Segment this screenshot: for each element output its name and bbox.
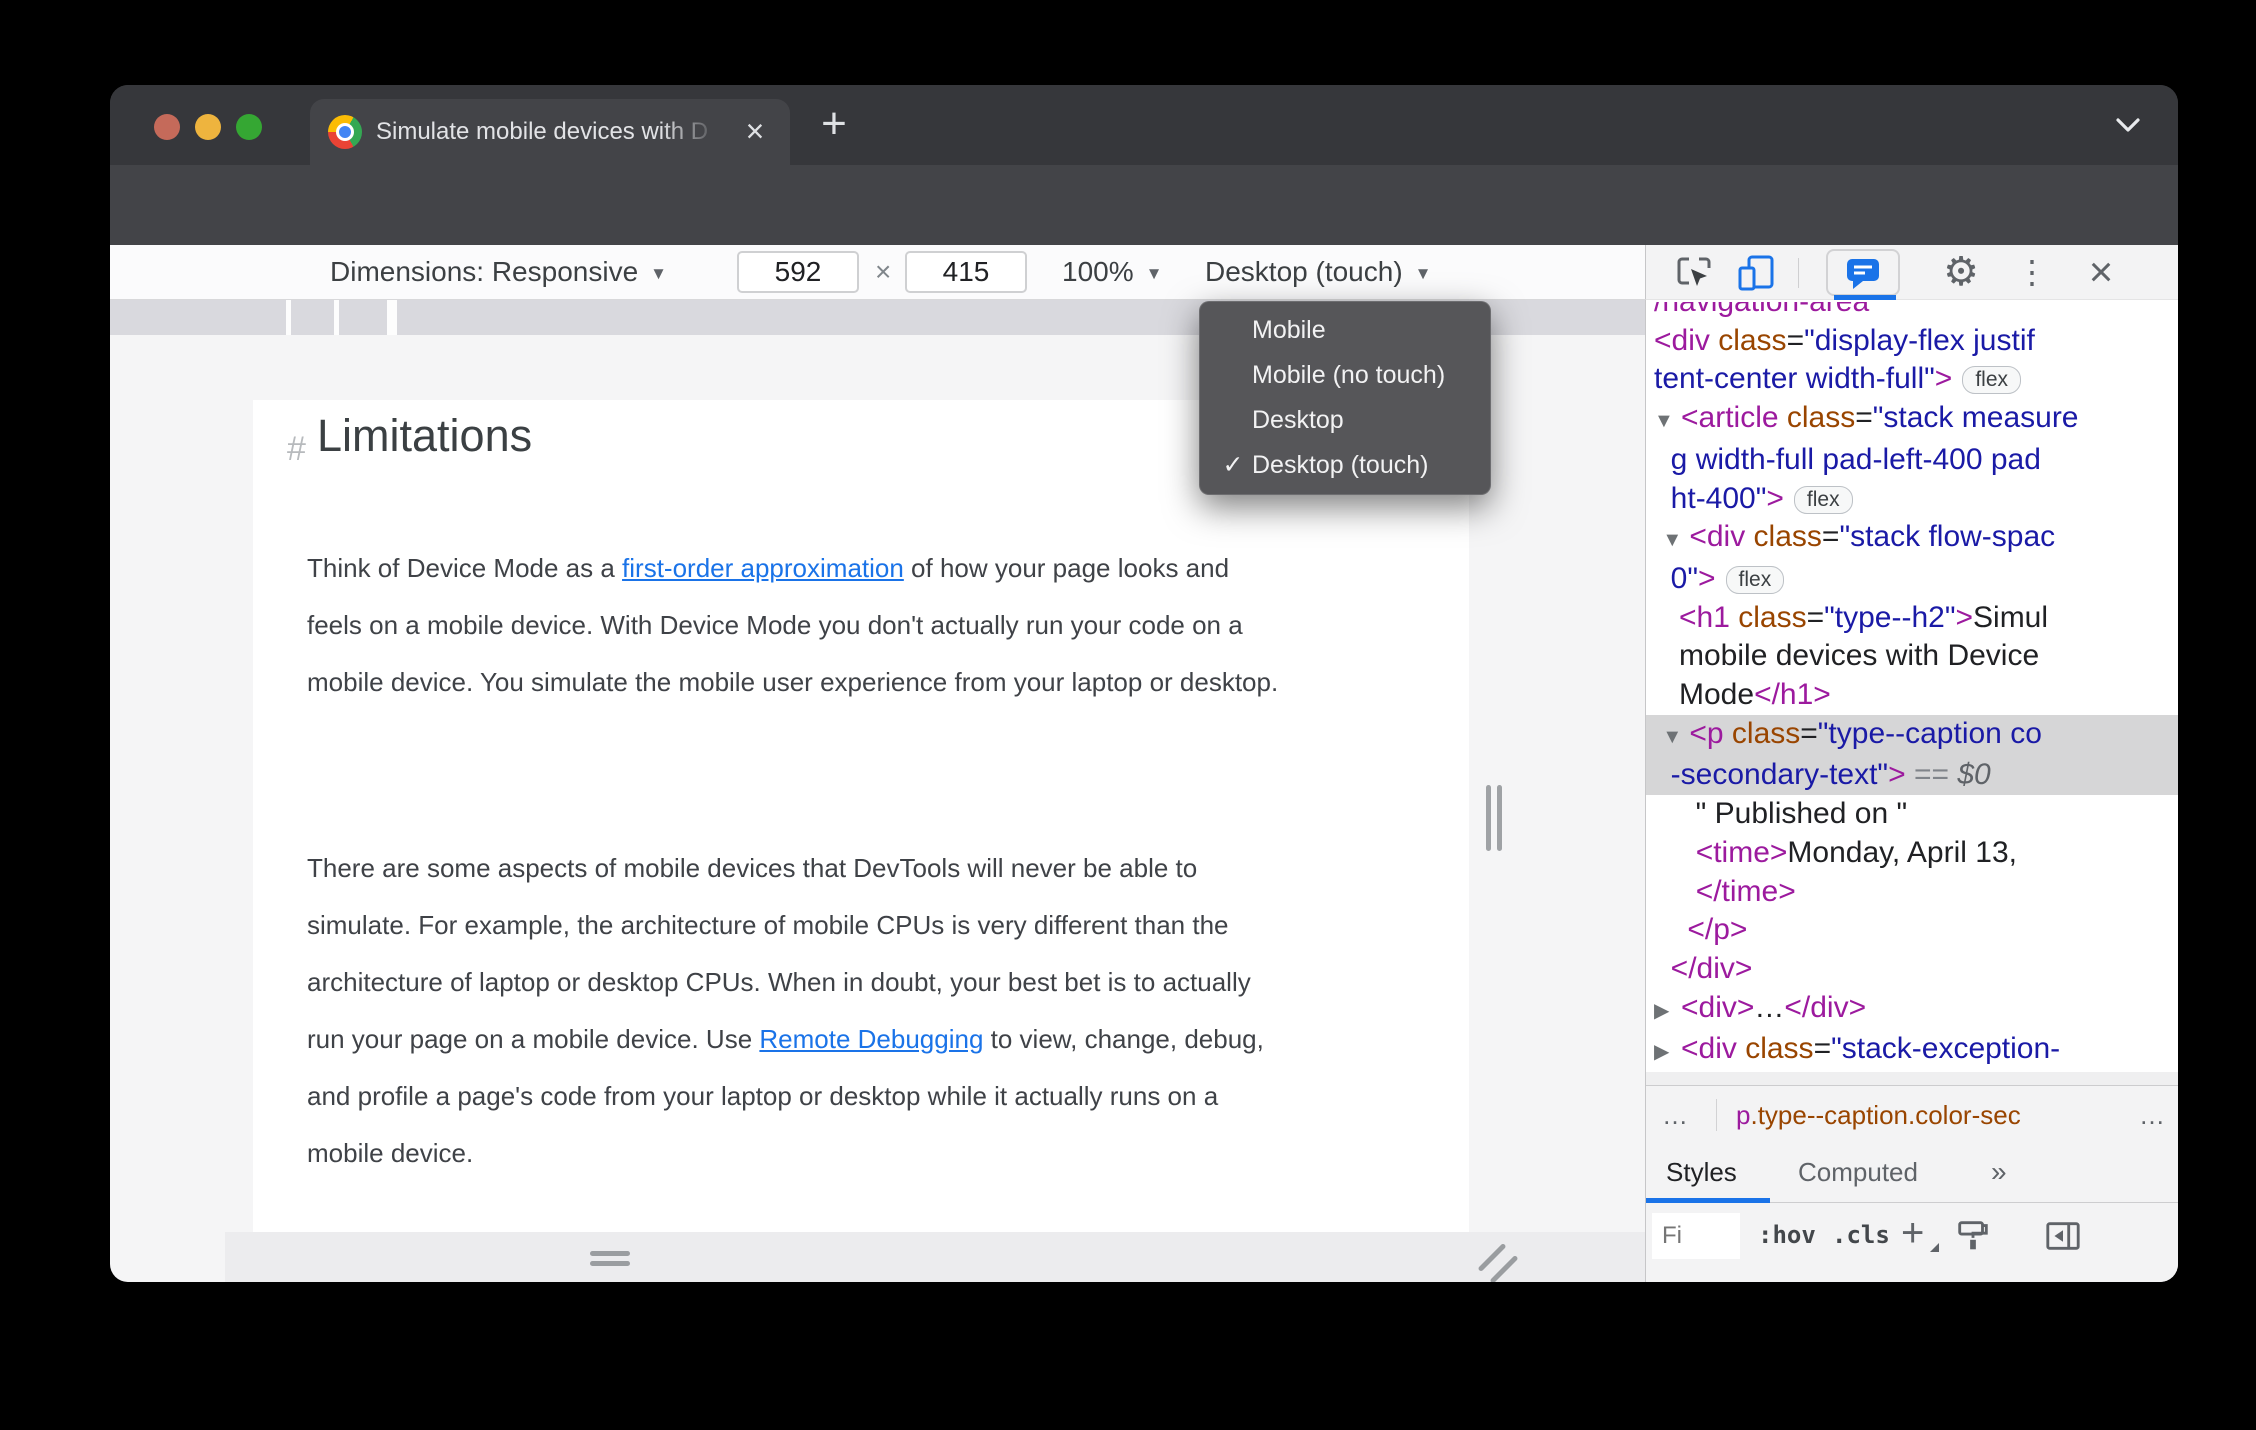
tree-line[interactable]: </time> xyxy=(1654,873,2178,912)
heading-anchor-hash[interactable]: # xyxy=(287,430,306,469)
dropdown-arrow-icon: ▼ xyxy=(1414,264,1432,283)
tree-line[interactable]: -secondary-text"> == $0 xyxy=(1646,756,2178,796)
devtools-more-icon[interactable]: ⋮ xyxy=(2012,245,2052,300)
inspect-element-icon[interactable] xyxy=(1674,253,1714,293)
viewport-height-input[interactable] xyxy=(905,251,1027,293)
tree-line[interactable]: <div class="display-flex justif xyxy=(1654,322,2178,361)
tree-line[interactable]: ▼ <article class="stack measure xyxy=(1654,399,2178,441)
tab-title-fade xyxy=(660,99,730,165)
device-type-menu-item[interactable]: ✓ Desktop (touch) xyxy=(1200,443,1490,488)
menu-item-label: Mobile xyxy=(1252,316,1326,344)
menu-item-label: Desktop (touch) xyxy=(1252,451,1429,479)
devtools-panel: /navigation-area<div class="display-flex… xyxy=(1645,300,2178,1282)
article-card: # Limitations Think of Device Mode as a … xyxy=(253,400,1469,1232)
tree-line[interactable]: ▼ <p class="type--caption co xyxy=(1646,714,2178,757)
tree-line[interactable]: </p> xyxy=(1654,911,2178,950)
tree-line[interactable]: /navigation-area xyxy=(1654,302,2178,322)
tree-line[interactable]: ht-400"> flex xyxy=(1654,480,2178,519)
tree-hscrollbar[interactable] xyxy=(1646,1072,2178,1085)
sidebar-toggle-icon[interactable] xyxy=(2044,1217,2084,1257)
dropdown-arrow-icon: ▼ xyxy=(1145,264,1163,283)
new-style-rule-button[interactable]: + xyxy=(1901,1203,1924,1263)
tabs-overflow-chevrons[interactable]: » xyxy=(1991,1145,2007,1199)
tab-styles[interactable]: Styles xyxy=(1666,1145,1737,1199)
tree-line[interactable]: 0"> flex xyxy=(1654,560,2178,599)
styles-filter-bar: :hov .cls + xyxy=(1646,1203,2178,1269)
chrome-favicon-icon xyxy=(328,115,362,149)
devtools-toolbar: ⚙ ⋮ × xyxy=(1645,245,2178,300)
page-heading: Limitations xyxy=(317,410,533,461)
breadcrumb-overflow-left[interactable]: … xyxy=(1662,1086,1688,1144)
tree-line[interactable]: ▶ <div>…</div> xyxy=(1654,989,2178,1031)
tree-line[interactable]: <h1 class="type--h2">Simul xyxy=(1654,599,2178,638)
device-type-menu-item[interactable]: Desktop xyxy=(1200,398,1490,443)
macos-minimize-button[interactable] xyxy=(195,114,221,140)
breadcrumb-overflow-right[interactable]: … xyxy=(2139,1086,2165,1144)
browser-tab[interactable]: Simulate mobile devices with D × xyxy=(310,99,790,165)
dimensions-times: × xyxy=(875,256,892,287)
device-toolbar-toggle-icon[interactable] xyxy=(1736,253,1776,293)
zoom-select[interactable]: 100% ▼ xyxy=(1062,245,1162,299)
dropdown-arrow-icon: ▼ xyxy=(650,264,667,283)
browser-window: Simulate mobile devices with D × + Dimen… xyxy=(110,85,2178,1282)
dimensions-select[interactable]: Dimensions: Responsive ▼ xyxy=(330,245,667,299)
nav-toolbar: localhost:8080/docs/devtools/device-mode… xyxy=(110,165,2178,316)
cls-toggle[interactable]: .cls xyxy=(1832,1203,1890,1267)
tree-line[interactable]: <time>Monday, April 13, xyxy=(1654,834,2178,873)
panel-bottom-filler xyxy=(1646,1269,2178,1282)
tab-computed[interactable]: Computed xyxy=(1798,1145,1918,1199)
tree-line[interactable]: </div> xyxy=(1654,950,2178,989)
rendering-emulation-icon[interactable] xyxy=(1954,1217,1994,1257)
chat-bubble-icon xyxy=(1847,259,1879,289)
tree-line[interactable]: Mode</h1> xyxy=(1654,676,2178,715)
tree-line[interactable]: g width-full pad-left-400 pad xyxy=(1654,441,2178,480)
viewport-width-input[interactable] xyxy=(737,251,859,293)
new-tab-button[interactable]: + xyxy=(810,101,858,149)
toolbar-separator xyxy=(1798,258,1799,288)
sidebar-tabs: Styles Computed » xyxy=(1646,1145,2178,1203)
paragraph-1: Think of Device Mode as a first-order ap… xyxy=(307,553,1279,697)
tree-line[interactable]: ▶ <div class="stack-exception- xyxy=(1654,1030,2178,1072)
remote-debugging-link[interactable]: Remote Debugging xyxy=(759,1024,983,1054)
tab-search-chevron-icon[interactable] xyxy=(2114,115,2142,135)
device-type-menu-item[interactable]: Mobile (no touch) xyxy=(1200,353,1490,398)
first-order-approximation-link[interactable]: first-order approximation xyxy=(622,553,904,583)
device-type-select[interactable]: Desktop (touch) ▼ xyxy=(1205,245,1431,299)
breadcrumb: … p.type--caption.color-sec … xyxy=(1646,1085,2178,1145)
menu-item-label: Desktop xyxy=(1252,406,1344,434)
device-toolbar: Dimensions: Responsive▼ × 100%▼ Desktop … xyxy=(110,245,1727,300)
tree-line[interactable]: " Published on " xyxy=(1654,795,2178,834)
menu-item-label: Mobile (no touch) xyxy=(1252,361,1446,389)
macos-close-button[interactable] xyxy=(154,114,180,140)
devtools-close-icon[interactable]: × xyxy=(2078,245,2124,300)
paragraph-2: There are some aspects of mobile devices… xyxy=(307,853,1264,1168)
devtools-settings-icon[interactable]: ⚙ xyxy=(1938,245,1984,300)
device-type-menu: Mobile Mobile (no touch) Desktop ✓ Desktop (… xyxy=(1199,301,1491,495)
breadcrumb-separator xyxy=(1716,1099,1717,1131)
checkmark-icon: ✓ xyxy=(1222,451,1244,479)
device-type-menu-item[interactable]: Mobile xyxy=(1200,308,1490,353)
macos-zoom-button[interactable] xyxy=(236,114,262,140)
elements-tree: /navigation-area<div class="display-flex… xyxy=(1646,302,2178,1072)
page-bottom-strip xyxy=(225,1232,1645,1282)
screenshot-stage: Simulate mobile devices with D × + Dimen… xyxy=(0,0,2256,1430)
new-style-rule-dropdown-triangle xyxy=(1930,1243,1939,1252)
tab-close-icon[interactable]: × xyxy=(736,113,774,151)
breadcrumb-selected-node[interactable]: p.type--caption.color-sec xyxy=(1736,1086,2021,1144)
tab-strip: Simulate mobile devices with D × + xyxy=(110,85,2178,165)
styles-filter-input[interactable] xyxy=(1652,1213,1740,1259)
tree-line[interactable]: mobile devices with Device xyxy=(1654,637,2178,676)
console-drawer-button[interactable] xyxy=(1826,249,1900,296)
hov-toggle[interactable]: :hov xyxy=(1758,1203,1816,1267)
tree-line[interactable]: ▼ <div class="stack flow-spac xyxy=(1654,518,2178,560)
tree-line[interactable]: tent-center width-full"> flex xyxy=(1654,360,2178,399)
